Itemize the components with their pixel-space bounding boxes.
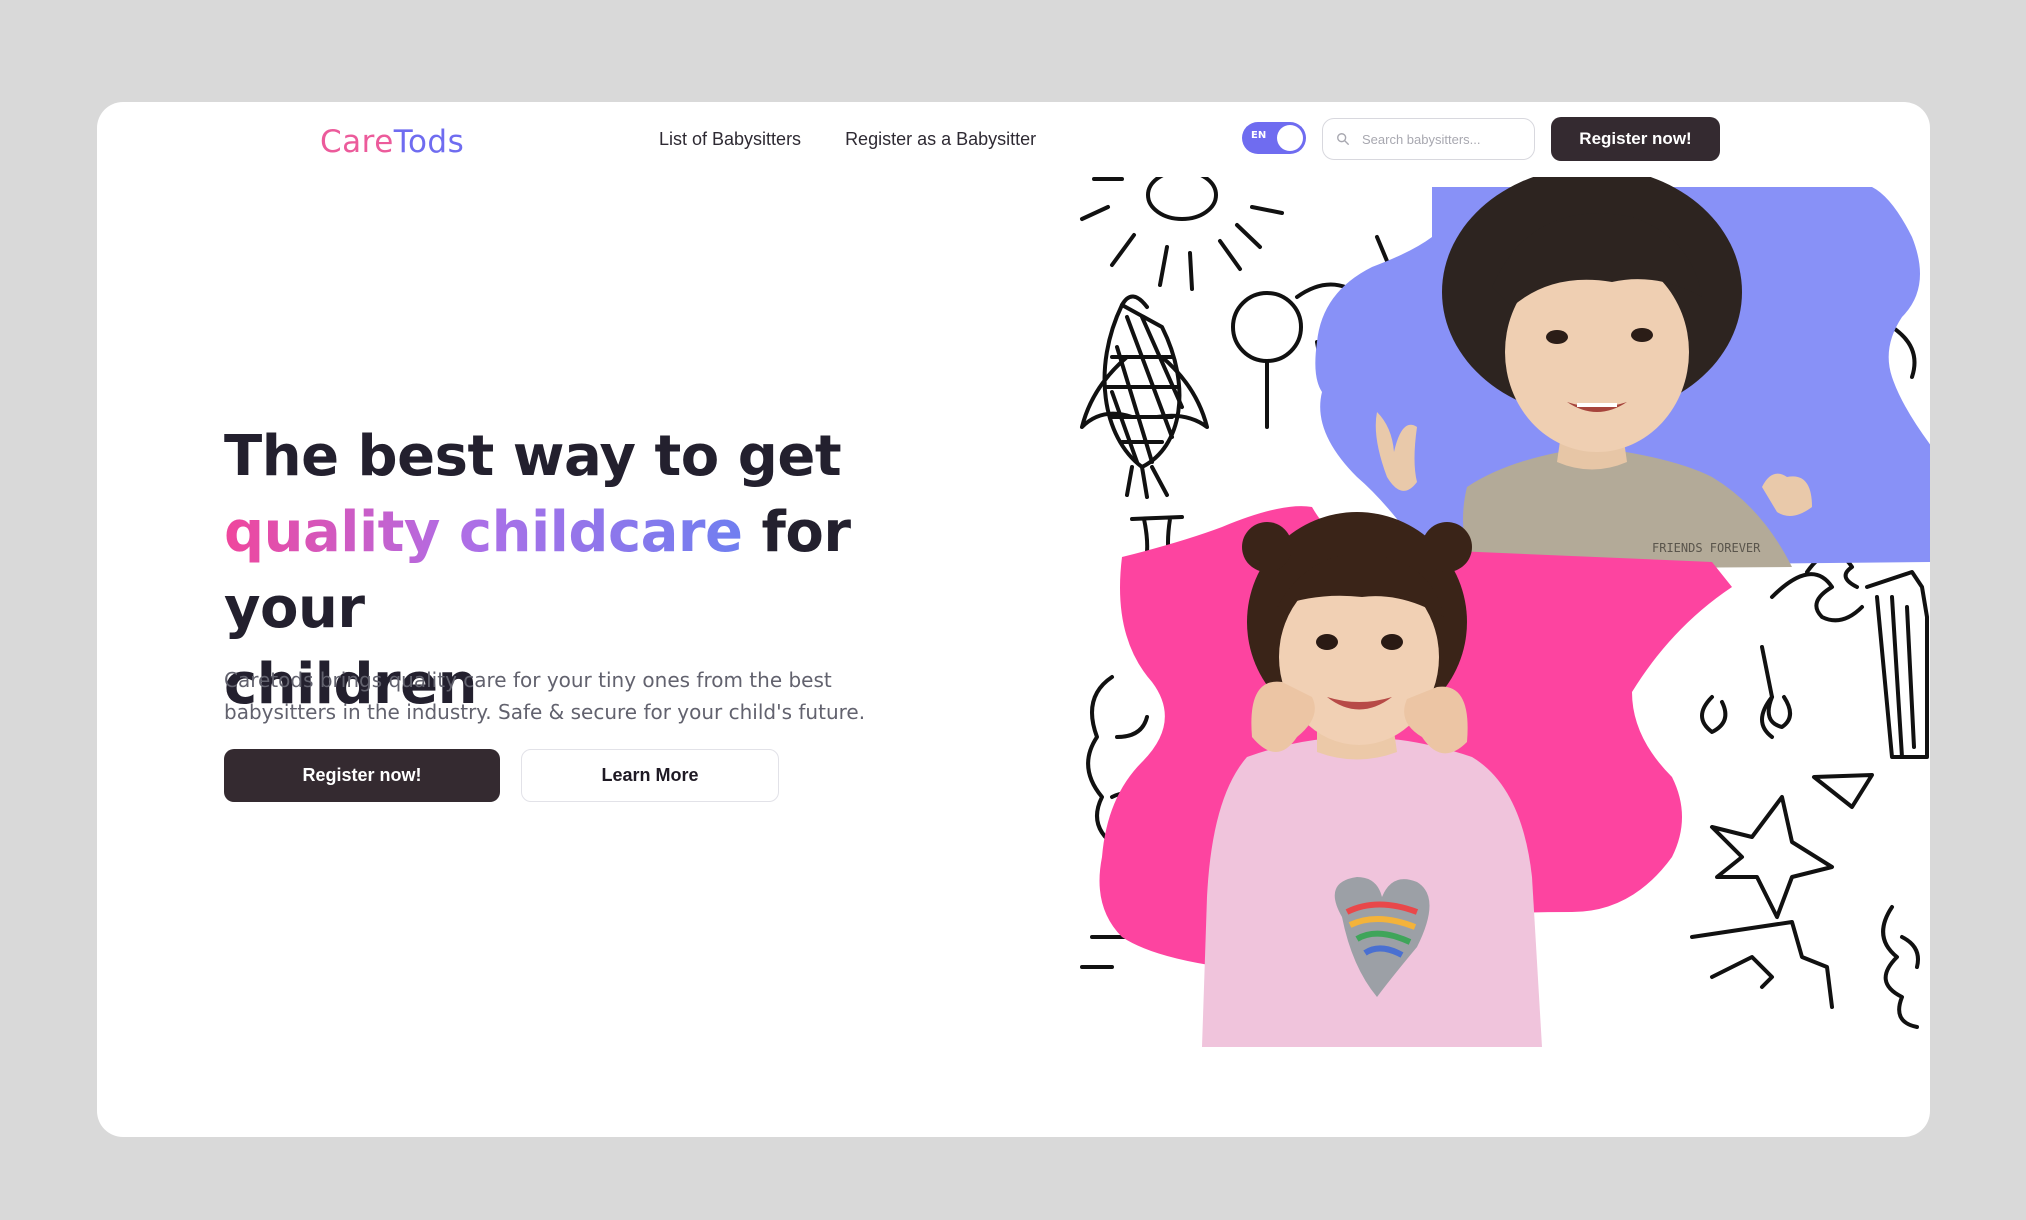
hero-register-button[interactable]: Register now!	[224, 749, 500, 802]
brand-logo-tods: Tods	[393, 124, 465, 160]
bottom-photo	[1099, 506, 1732, 1047]
nav-register-as-babysitter[interactable]: Register as a Babysitter	[845, 129, 1036, 150]
top-photo: FRIENDS FOREVER	[1315, 177, 1930, 569]
search-icon	[1337, 133, 1349, 145]
headline-line1: The best way to get	[224, 424, 842, 489]
search-box[interactable]	[1322, 118, 1535, 160]
nav-list-of-babysitters[interactable]: List of Babysitters	[659, 129, 801, 150]
language-toggle[interactable]: EN	[1242, 122, 1306, 154]
brand-logo-care: Care	[320, 124, 394, 160]
main-nav: List of Babysitters Register as a Babysi…	[659, 129, 1036, 150]
search-input[interactable]	[1360, 130, 1514, 148]
page-card: Care Tods List of Babysitters Register as…	[97, 102, 1930, 1137]
hero-illustration: FRIENDS FOREVER	[1080, 177, 1930, 1047]
hero-description: Caretods brings quality care for your ti…	[224, 668, 866, 724]
header-register-button[interactable]: Register now!	[1551, 117, 1720, 161]
language-label: EN	[1251, 130, 1267, 141]
toggle-knob	[1277, 125, 1303, 151]
learn-more-button[interactable]: Learn More	[521, 749, 779, 802]
brand-logo[interactable]: Care Tods	[320, 120, 464, 164]
headline-highlight: quality childcare	[224, 500, 743, 565]
shirt-label: FRIENDS FOREVER	[1652, 541, 1761, 555]
